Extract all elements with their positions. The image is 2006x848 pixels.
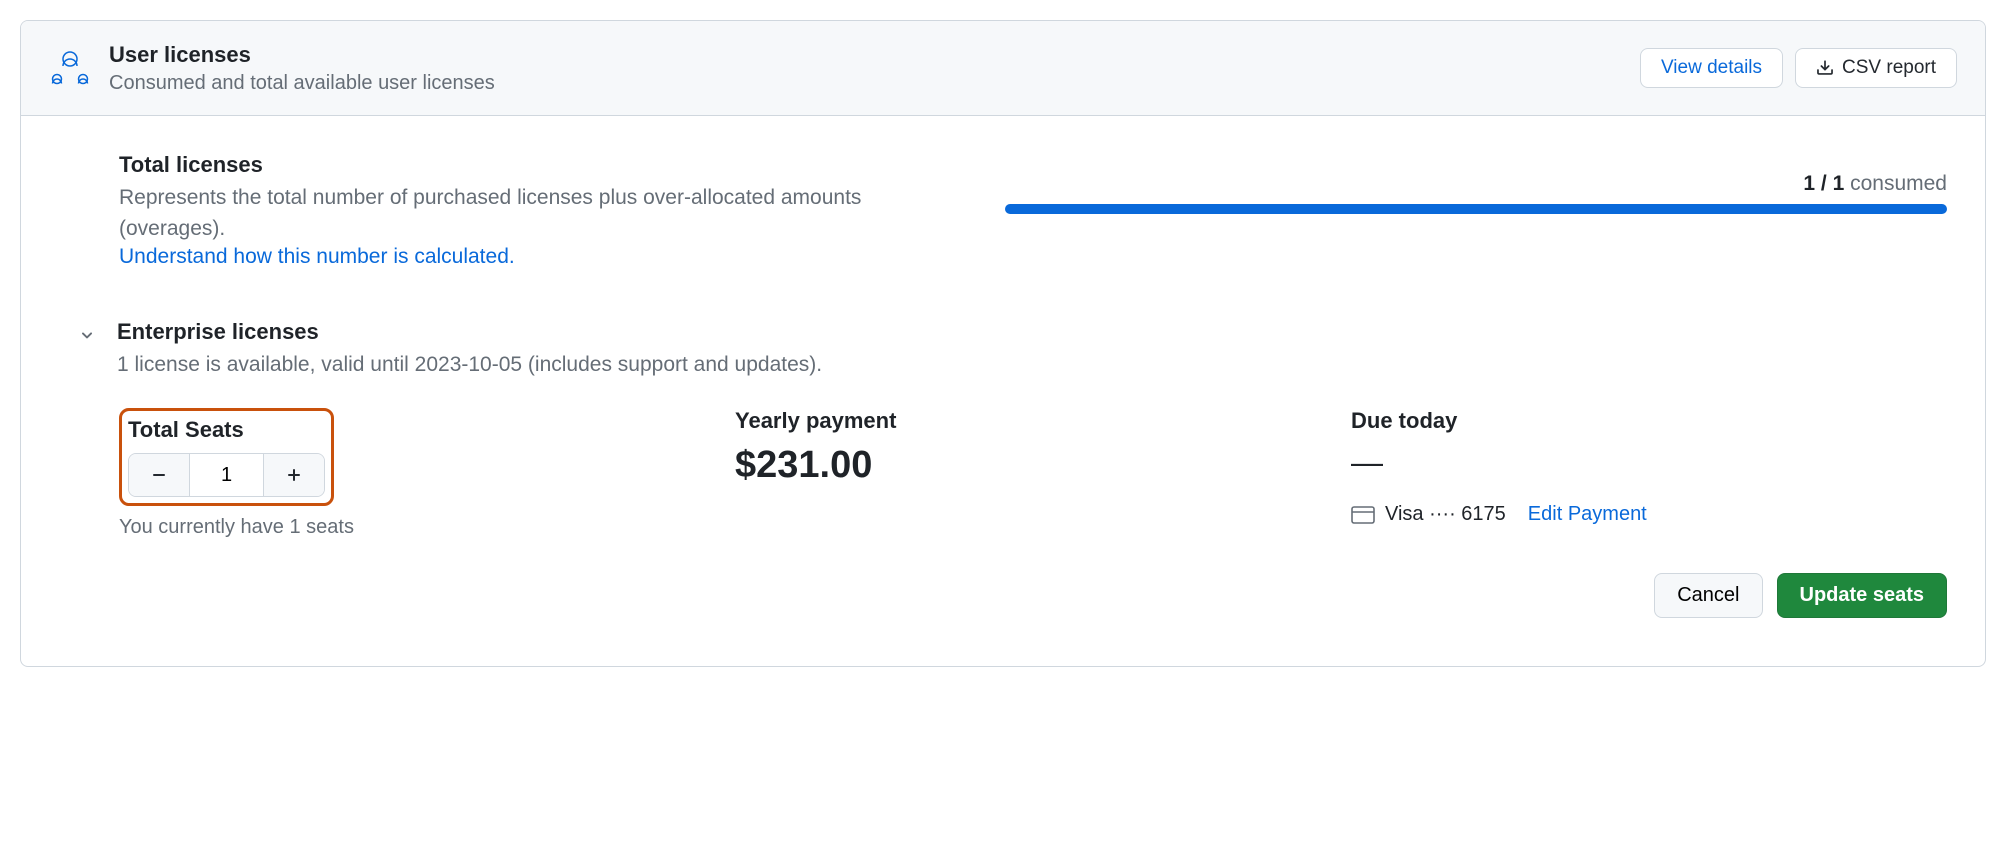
header-subtitle: Consumed and total available user licens… <box>109 72 1622 95</box>
chevron-down-icon[interactable] <box>77 325 97 345</box>
credit-card-icon <box>1351 506 1375 524</box>
cancel-button[interactable]: Cancel <box>1654 573 1762 618</box>
consumed-count: 1 / 1 <box>1803 172 1844 195</box>
people-icon <box>49 47 91 89</box>
yearly-amount: $231.00 <box>735 444 1331 487</box>
total-licenses-desc: Represents the total number of purchased… <box>119 182 965 245</box>
yearly-payment-column: Yearly payment $231.00 <box>735 408 1331 539</box>
increment-button[interactable] <box>264 454 324 496</box>
total-seats-column: Total Seats You currently have 1 seats <box>119 408 715 539</box>
csv-report-button[interactable]: CSV report <box>1795 48 1957 88</box>
edit-payment-link[interactable]: Edit Payment <box>1528 503 1647 526</box>
due-today-column: Due today — Visa ···· 6175 Edit Payment <box>1351 408 1947 539</box>
download-icon <box>1816 59 1834 77</box>
due-amount: — <box>1351 444 1947 481</box>
user-licenses-panel: User licenses Consumed and total availab… <box>20 20 1986 667</box>
csv-report-label: CSV report <box>1842 57 1936 79</box>
view-details-button[interactable]: View details <box>1640 48 1783 88</box>
enterprise-title: Enterprise licenses <box>117 319 1947 345</box>
total-seats-label: Total Seats <box>128 417 325 443</box>
minus-icon <box>151 467 167 483</box>
decrement-button[interactable] <box>129 454 189 496</box>
card-text: Visa ···· 6175 <box>1385 503 1506 526</box>
seats-input[interactable] <box>189 454 264 496</box>
panel-header: User licenses Consumed and total availab… <box>21 21 1985 116</box>
consumed-word: consumed <box>1844 172 1947 195</box>
update-seats-button[interactable]: Update seats <box>1777 573 1948 618</box>
yearly-label: Yearly payment <box>735 408 1331 434</box>
seats-helper: You currently have 1 seats <box>119 516 715 539</box>
plus-icon <box>286 467 302 483</box>
due-label: Due today <box>1351 408 1947 434</box>
header-title: User licenses <box>109 41 1622 70</box>
seats-stepper <box>128 453 325 497</box>
panel-body: Total licenses Represents the total numb… <box>21 116 1985 667</box>
understand-calc-link[interactable]: Understand how this number is calculated… <box>119 245 515 268</box>
total-licenses-title: Total licenses <box>119 152 965 178</box>
license-progress-bar <box>1005 204 1947 214</box>
stepper-highlight: Total Seats <box>119 408 334 506</box>
consumed-label: 1 / 1 consumed <box>1005 172 1947 196</box>
enterprise-desc: 1 license is available, valid until 2023… <box>117 349 1947 381</box>
